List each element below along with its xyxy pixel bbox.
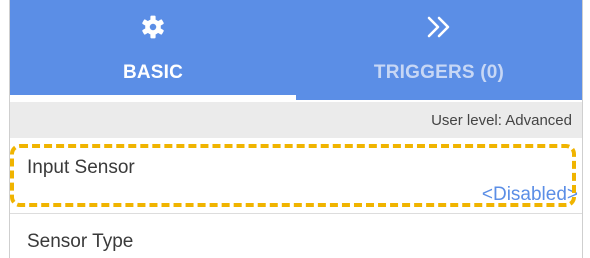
- settings-panel: BASIC TRIGGERS (0) User level: Advanced …: [9, 0, 583, 258]
- tab-triggers-label: TRIGGERS (0): [373, 62, 505, 83]
- user-level-text: User level: Advanced: [431, 111, 572, 129]
- tab-triggers[interactable]: TRIGGERS (0): [296, 0, 582, 100]
- user-level-bar: User level: Advanced: [10, 102, 582, 138]
- sensor-type-label: Sensor Type: [27, 231, 134, 252]
- input-sensor-label: Input Sensor: [27, 157, 135, 178]
- active-tab-indicator: [10, 95, 296, 100]
- double-chevron-right-icon: [425, 12, 453, 42]
- gear-icon: [140, 12, 166, 42]
- input-sensor-value: <Disabled>: [481, 184, 578, 205]
- tab-bar: BASIC TRIGGERS (0): [10, 0, 582, 100]
- tab-basic[interactable]: BASIC: [10, 0, 296, 100]
- tab-basic-label: BASIC: [122, 62, 184, 83]
- input-sensor-row[interactable]: Input Sensor <Disabled>: [10, 140, 582, 214]
- sensor-type-row[interactable]: Sensor Type: [10, 215, 582, 258]
